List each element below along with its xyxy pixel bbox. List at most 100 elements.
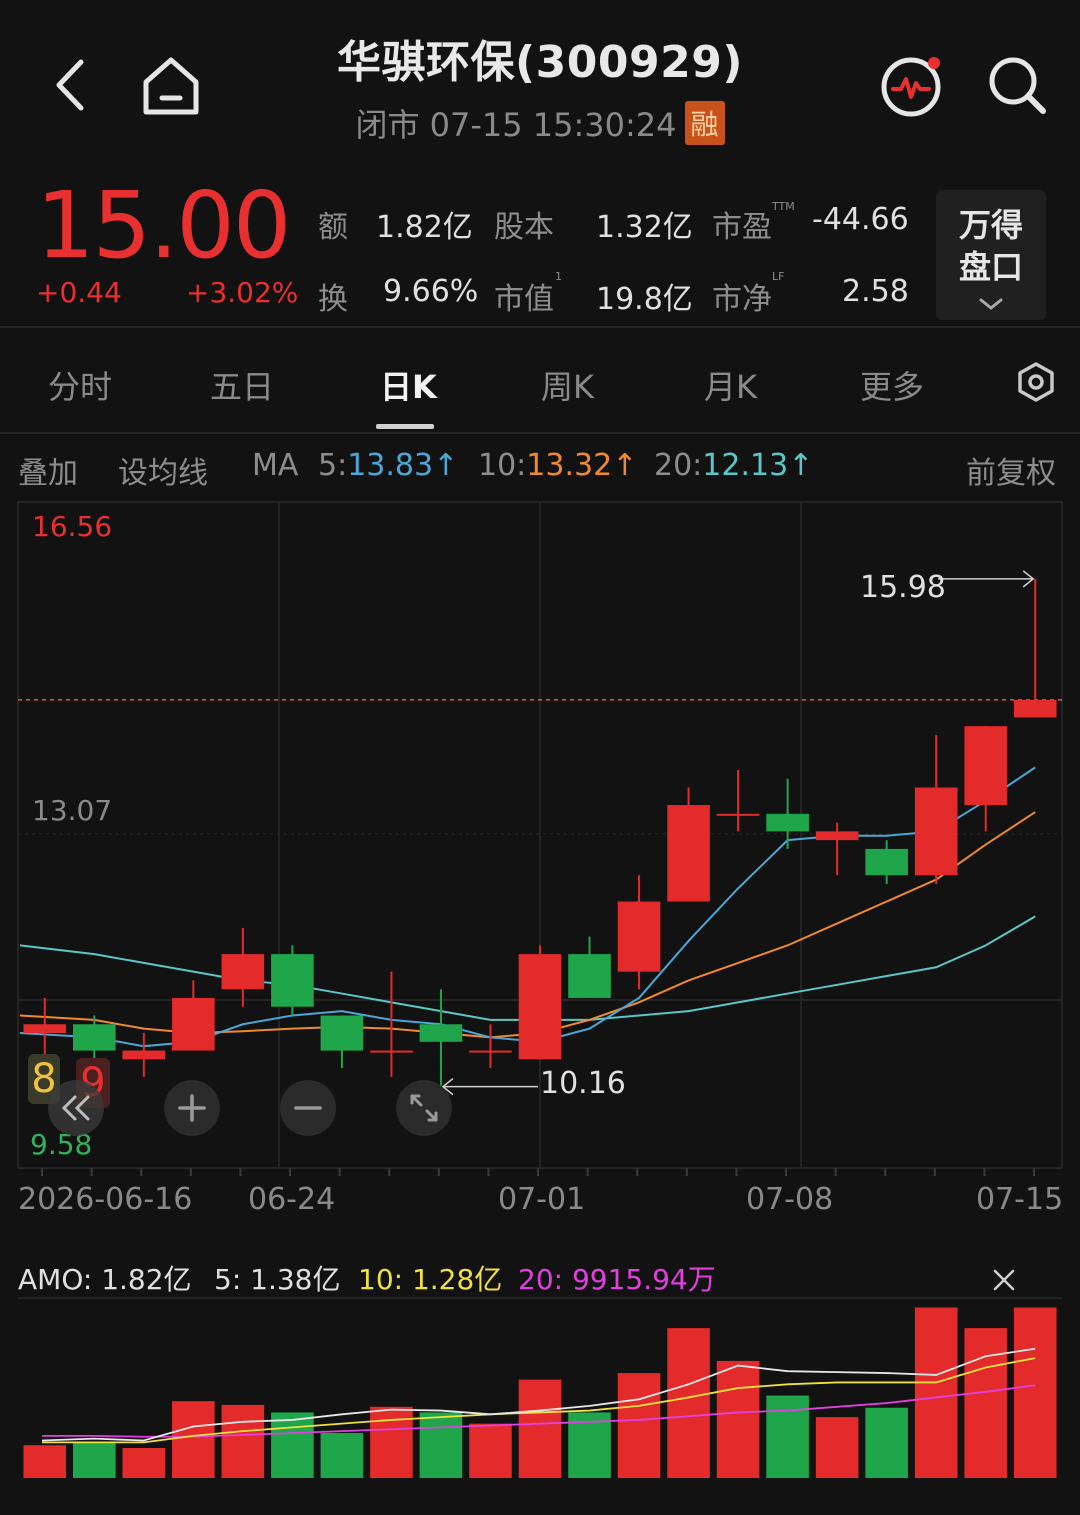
pe-ratio-value: -44.66 <box>812 202 909 237</box>
ma-label: MA <box>252 448 299 483</box>
share-capital-label: 股本 <box>494 210 554 245</box>
ma20-readout: 20:12.13↑ <box>654 448 813 483</box>
price-axis-high: 16.56 <box>32 510 113 543</box>
volume-bar <box>320 1433 364 1478</box>
activity-button[interactable] <box>878 52 946 120</box>
ma20-value: 12.13↑ <box>702 448 814 483</box>
market-cap-value: 19.8亿 <box>596 282 693 317</box>
price-axis-mid: 13.07 <box>32 794 113 827</box>
ma5-readout: 5:13.83↑ <box>318 448 458 483</box>
pb-ratio-sup: LF <box>772 270 785 283</box>
volume-bar <box>72 1442 116 1478</box>
volume-bar <box>815 1417 859 1478</box>
zoom-in-button[interactable] <box>164 1080 220 1136</box>
margin-trading-badge: 融 <box>684 101 725 145</box>
candle-body <box>518 954 562 1060</box>
pe-ratio-label: 市盈 <box>712 210 772 245</box>
candle <box>964 726 1008 832</box>
date-label-0: 2026-06-16 <box>18 1182 193 1217</box>
ma5-key: 5: <box>318 448 348 483</box>
chart-settings-button[interactable] <box>1012 358 1060 406</box>
date-label-2: 07-01 <box>498 1182 586 1217</box>
candle-body <box>320 1015 364 1051</box>
candle <box>221 927 265 1007</box>
candle-body <box>23 1024 67 1034</box>
volume-bar <box>370 1406 413 1478</box>
overlay-button[interactable]: 叠加 <box>18 448 78 492</box>
candle-body <box>370 1050 413 1053</box>
candle <box>122 1033 166 1077</box>
search-icon <box>989 57 1046 114</box>
close-icon <box>993 1269 1015 1291</box>
tab-intraday[interactable]: 分时 <box>48 362 112 408</box>
volume-bar <box>716 1360 760 1478</box>
active-tab-indicator <box>376 424 434 429</box>
candle <box>1013 578 1057 718</box>
close-indicator-button[interactable] <box>986 1262 1022 1298</box>
volume-chart[interactable] <box>0 1296 1080 1486</box>
candle-body <box>865 848 908 876</box>
last-price: 15.00 <box>36 172 291 279</box>
volume-bar <box>469 1423 512 1478</box>
candle <box>716 769 760 832</box>
share-capital-value: 1.32亿 <box>596 210 693 245</box>
high-price-annotation: 15.98 <box>860 570 946 605</box>
price-adjustment-button[interactable]: 前复权 <box>966 448 1056 492</box>
volume-bar <box>172 1401 215 1478</box>
volume-bar <box>964 1328 1008 1478</box>
zoom-out-button[interactable] <box>280 1080 336 1136</box>
candle <box>617 875 661 990</box>
low-price-annotation: 10.16 <box>540 1066 626 1101</box>
price-change-pct: +3.02% <box>186 276 299 309</box>
candle <box>865 840 908 884</box>
candle <box>419 989 463 1086</box>
volume-bar <box>23 1445 67 1478</box>
minus-icon <box>294 1106 322 1110</box>
amo-ma10: 10: 1.28亿 <box>358 1263 503 1296</box>
tab-daily-k[interactable]: 日K <box>380 362 437 408</box>
tab-five-day[interactable]: 五日 <box>210 362 274 408</box>
candle-body <box>122 1050 166 1060</box>
wande-label-line1: 万得 <box>958 206 1023 244</box>
turnover-rate-label: 换 <box>318 282 348 317</box>
candle-body <box>815 831 859 841</box>
market-cap-sup: 1 <box>555 270 562 283</box>
tab-weekly-k[interactable]: 周K <box>541 362 594 408</box>
candle <box>271 945 314 1016</box>
wande-label-line2: 盘口 <box>958 248 1023 286</box>
volume-bar <box>518 1379 562 1478</box>
candle <box>469 1024 512 1069</box>
candle-body <box>419 1024 463 1042</box>
volume-bar <box>766 1395 809 1478</box>
pb-ratio-value: 2.58 <box>842 274 909 309</box>
volume-bar <box>271 1412 314 1478</box>
volume-bar <box>667 1328 710 1478</box>
candle-body <box>617 901 661 972</box>
expand-icon <box>410 1094 438 1122</box>
candle <box>914 734 958 884</box>
amo-ma20: 20: 9915.94万 <box>518 1263 716 1296</box>
date-label-4: 07-15 <box>976 1182 1064 1217</box>
date-label-3: 07-08 <box>746 1182 834 1217</box>
tab-monthly-k[interactable]: 月K <box>704 362 757 408</box>
set-ma-button[interactable]: 设均线 <box>118 448 208 492</box>
volume-bar <box>617 1373 661 1478</box>
price-change: +0.44 <box>36 276 122 309</box>
scroll-left-button[interactable] <box>48 1080 104 1136</box>
ma10-value: 13.32↑ <box>526 448 638 483</box>
volume-bar <box>914 1307 958 1478</box>
wande-order-book-label: 万得 盘口 <box>936 204 1046 288</box>
candle-body <box>172 997 215 1051</box>
search-button[interactable] <box>984 52 1050 118</box>
pb-ratio-label: 市净 <box>712 282 772 317</box>
candle-body <box>221 954 265 990</box>
divider <box>0 326 1080 328</box>
candle-body <box>914 787 958 876</box>
volume-bar <box>122 1448 166 1478</box>
date-label-1: 06-24 <box>248 1182 336 1217</box>
fullscreen-button[interactable] <box>396 1080 452 1136</box>
amo-value: 1.82亿 <box>101 1263 192 1296</box>
candle-body <box>964 726 1008 806</box>
tab-more[interactable]: 更多 <box>860 362 924 408</box>
turnover-amount-value: 1.82亿 <box>376 210 473 245</box>
